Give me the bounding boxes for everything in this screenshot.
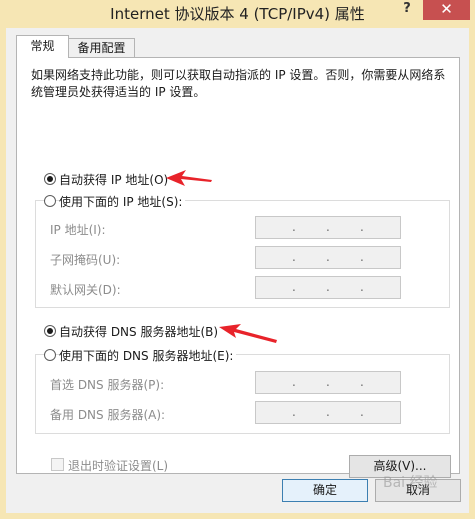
ip-dot: . — [360, 405, 364, 419]
ip-dot: . — [360, 280, 364, 294]
auto-ip-radio[interactable] — [44, 173, 56, 185]
manual-ip-radio[interactable] — [44, 195, 56, 207]
tab-alternate-configuration[interactable]: 备用配置 — [68, 38, 135, 58]
ip-dot: . — [326, 250, 330, 264]
watermark: Bai 经验 — [383, 475, 438, 491]
ip-dot: . — [292, 220, 296, 234]
ip-address-input[interactable]: ... — [255, 216, 401, 239]
ip-address-label: IP 地址(I): — [50, 223, 106, 237]
annotation-arrow-ip — [166, 170, 212, 186]
ok-button[interactable]: 确定 — [282, 479, 368, 502]
manual-ip-label[interactable]: 使用下面的 IP 地址(S): — [59, 193, 186, 210]
general-panel: 如果网络支持此功能，则可以获取自动指派的 IP 设置。否则，你需要从网络系统管理… — [16, 57, 460, 478]
description-text: 如果网络支持此功能，则可以获取自动指派的 IP 设置。否则，你需要从网络系统管理… — [31, 68, 446, 99]
validate-checkbox[interactable] — [51, 458, 64, 471]
ip-dot: . — [292, 405, 296, 419]
alternate-dns-input[interactable]: ... — [255, 401, 401, 424]
manual-dns-label[interactable]: 使用下面的 DNS 服务器地址(E): — [59, 347, 237, 364]
ip-dot: . — [360, 375, 364, 389]
ip-dot: . — [326, 375, 330, 389]
default-gateway-input[interactable]: ... — [255, 276, 401, 299]
ip-dot: . — [360, 250, 364, 264]
subnet-mask-label: 子网掩码(U): — [50, 253, 121, 267]
manual-dns-radio[interactable] — [44, 349, 56, 361]
close-button[interactable]: ✕ — [423, 0, 470, 20]
ip-dot: . — [326, 280, 330, 294]
auto-dns-radio[interactable] — [44, 325, 56, 337]
preferred-dns-input[interactable]: ... — [255, 371, 401, 394]
title-bar: Internet 协议版本 4 (TCP/IPv4) 属性 ? ✕ — [0, 0, 475, 28]
tab-general[interactable]: 常规 — [16, 35, 69, 58]
ip-dot: . — [326, 405, 330, 419]
dialog-client: 常规 备用配置 如果网络支持此功能，则可以获取自动指派的 IP 设置。否则，你需… — [6, 28, 469, 513]
ip-dot: . — [292, 250, 296, 264]
subnet-mask-input[interactable]: ... — [255, 246, 401, 269]
ip-dot: . — [360, 220, 364, 234]
annotation-arrow-dns — [219, 324, 277, 343]
help-button[interactable]: ? — [392, 0, 422, 22]
validate-label[interactable]: 退出时验证设置(L) — [68, 457, 168, 474]
ip-dot: . — [326, 220, 330, 234]
alternate-dns-label: 备用 DNS 服务器(A): — [50, 408, 166, 422]
auto-dns-label[interactable]: 自动获得 DNS 服务器地址(B) — [59, 323, 222, 340]
default-gateway-label: 默认网关(D): — [50, 283, 121, 297]
ip-dot: . — [292, 375, 296, 389]
auto-ip-label[interactable]: 自动获得 IP 地址(O) — [59, 171, 172, 188]
ip-dot: . — [292, 280, 296, 294]
preferred-dns-label: 首选 DNS 服务器(P): — [50, 378, 165, 392]
